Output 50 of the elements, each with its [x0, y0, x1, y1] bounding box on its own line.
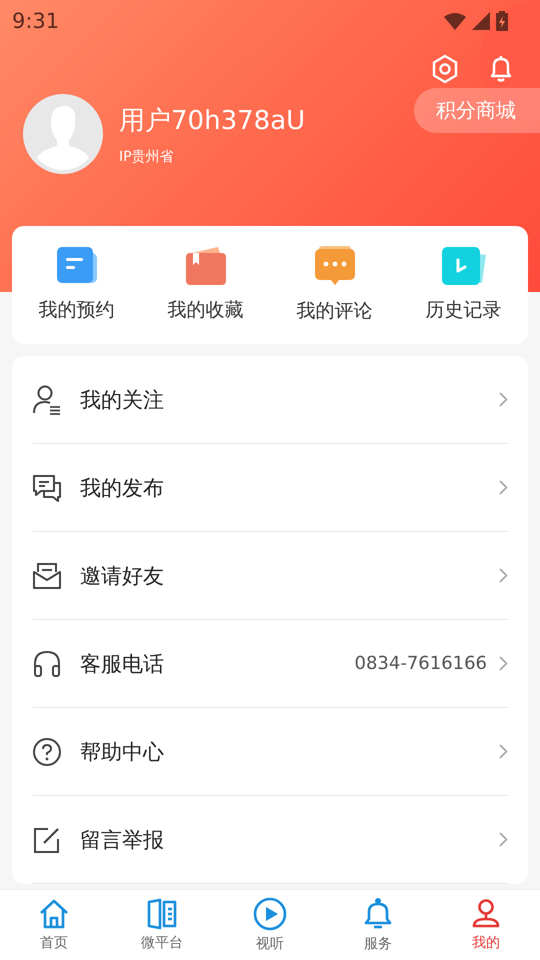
help-icon — [32, 736, 62, 766]
chevron-right-icon — [499, 744, 508, 759]
status-time: 9:31 — [12, 9, 60, 33]
nav-tab[interactable]: 首页 — [9, 898, 99, 952]
user-list-icon — [32, 384, 62, 414]
clock-card-icon[interactable] — [442, 247, 486, 285]
bell-icon — [362, 897, 394, 931]
nav-tab[interactable]: 我的 — [441, 898, 531, 952]
username: 用户70h378aU — [119, 104, 306, 138]
headphones-icon — [32, 650, 62, 678]
shortcut-label[interactable]: 历史记录 — [426, 297, 502, 323]
settings-icon[interactable] — [430, 54, 460, 84]
menu-label: 我的关注 — [80, 386, 165, 414]
phone-number: 0834-7616166 — [354, 653, 487, 674]
chevron-right-icon — [499, 568, 508, 583]
home-icon — [38, 898, 70, 930]
menu-item[interactable]: 邀请好友 — [32, 532, 508, 620]
shortcut-label[interactable]: 我的收藏 — [168, 297, 244, 323]
chevron-right-icon — [499, 656, 508, 671]
menu-item[interactable]: 客服电话 0834-7616166 — [32, 620, 508, 708]
nav-tab[interactable]: 服务 — [333, 897, 423, 953]
avatar-icon[interactable] — [23, 94, 103, 174]
mail-icon — [32, 562, 62, 590]
document-icon[interactable] — [56, 247, 96, 285]
battery-icon — [496, 11, 508, 31]
shortcut-label[interactable]: 我的评论 — [296, 298, 372, 324]
nav-tab[interactable]: 视听 — [225, 897, 315, 953]
menu-label: 帮助中心 — [80, 738, 165, 766]
comment-icon[interactable] — [314, 246, 354, 286]
play-icon — [253, 897, 287, 931]
menu-label: 我的发布 — [80, 474, 165, 502]
signal-icon — [472, 12, 490, 30]
menu-item[interactable]: 我的关注 — [32, 356, 508, 444]
menu-label: 留言举报 — [80, 826, 165, 854]
menu-label: 客服电话 — [80, 650, 165, 678]
chat-icon — [32, 474, 62, 502]
book-panel-icon — [146, 898, 178, 930]
shortcut-label[interactable]: 我的预约 — [38, 297, 114, 323]
chevron-right-icon — [499, 832, 508, 847]
bookmark-folder-icon[interactable] — [186, 247, 226, 285]
user-icon — [470, 898, 502, 930]
menu-item[interactable]: 我的发布 — [32, 444, 508, 532]
ip-location: IP贵州省 — [119, 148, 175, 166]
nav-tab[interactable]: 微平台 — [117, 898, 207, 952]
menu-item[interactable]: 帮助中心 — [32, 708, 508, 796]
wifi-icon — [444, 12, 466, 30]
chevron-right-icon — [499, 392, 508, 407]
menu-label: 邀请好友 — [80, 562, 165, 590]
chevron-right-icon — [499, 480, 508, 495]
menu-item[interactable]: 留言举报 — [32, 796, 508, 884]
